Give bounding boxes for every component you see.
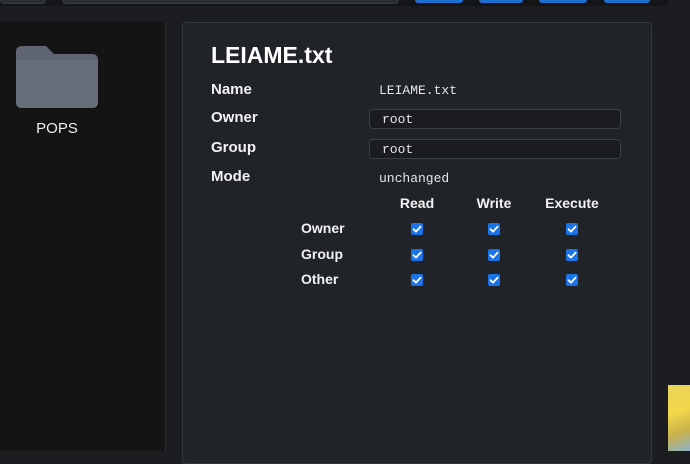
folder-item-pops[interactable]: POPS bbox=[12, 46, 102, 166]
file-list-pane: POPS bbox=[0, 22, 166, 451]
perm-row-other: Other bbox=[301, 271, 339, 287]
name-label: Name bbox=[211, 81, 252, 98]
perm-col-execute: Execute bbox=[545, 195, 599, 211]
properties-panel: LEIAME.txt Name LEIAME.txt Owner Group M… bbox=[182, 22, 652, 464]
group-field[interactable] bbox=[369, 139, 621, 159]
perm-col-read: Read bbox=[399, 195, 435, 211]
folder-icon bbox=[16, 46, 98, 108]
checkbox-group-read[interactable] bbox=[411, 249, 423, 261]
toolbar-button[interactable] bbox=[604, 0, 650, 3]
name-value: LEIAME.txt bbox=[379, 83, 458, 98]
mode-label: Mode bbox=[211, 168, 251, 185]
checkbox-owner-execute[interactable] bbox=[566, 223, 578, 235]
path-bar[interactable] bbox=[62, 0, 399, 4]
perm-col-write: Write bbox=[476, 195, 512, 211]
toolbar-button[interactable] bbox=[415, 0, 463, 3]
checkbox-group-write[interactable] bbox=[488, 249, 500, 261]
checkbox-other-write[interactable] bbox=[488, 274, 500, 286]
toolbar-button[interactable] bbox=[539, 0, 587, 3]
group-label: Group bbox=[211, 139, 256, 156]
perm-row-group: Group bbox=[301, 246, 343, 262]
desktop-wallpaper bbox=[668, 385, 690, 451]
checkbox-other-execute[interactable] bbox=[566, 274, 578, 286]
mode-value: unchanged bbox=[379, 171, 450, 186]
toolbar-segment[interactable] bbox=[0, 0, 46, 4]
folder-label: POPS bbox=[36, 120, 78, 137]
owner-field[interactable] bbox=[369, 109, 621, 129]
perm-row-owner: Owner bbox=[301, 220, 345, 236]
checkbox-other-read[interactable] bbox=[411, 274, 423, 286]
toolbar-button[interactable] bbox=[479, 0, 523, 3]
checkbox-owner-write[interactable] bbox=[488, 223, 500, 235]
checkbox-owner-read[interactable] bbox=[411, 223, 423, 235]
file-title: LEIAME.txt bbox=[211, 42, 333, 68]
desktop-background bbox=[668, 0, 690, 451]
top-toolbar-strip bbox=[0, 0, 690, 6]
owner-label: Owner bbox=[211, 109, 258, 126]
checkbox-group-execute[interactable] bbox=[566, 249, 578, 261]
